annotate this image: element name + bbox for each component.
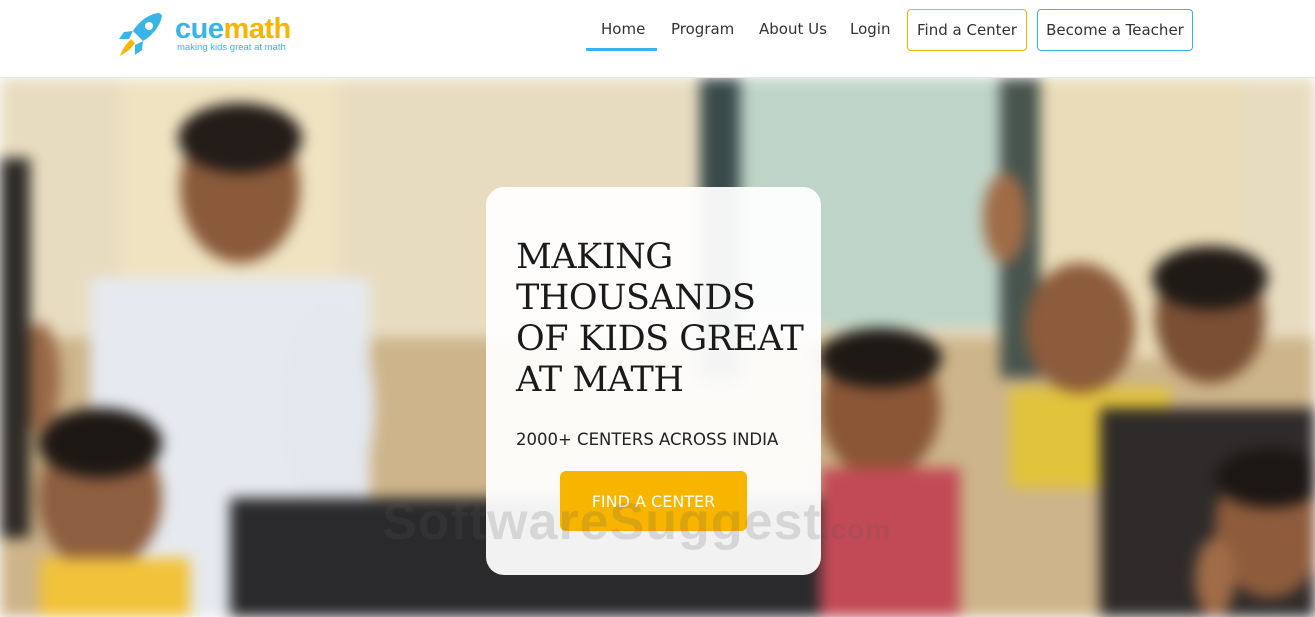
hero-headline-line: THOUSANDS xyxy=(516,278,756,318)
hero-card: MAKING THOUSANDS OF KIDS GREAT AT MATH 2… xyxy=(486,187,821,575)
nav-home[interactable]: Home xyxy=(601,20,645,38)
nav-active-indicator xyxy=(586,48,657,51)
hero-headline-line: AT MATH xyxy=(516,360,684,400)
hero-headline-line: OF KIDS GREAT xyxy=(516,319,804,359)
nav-login[interactable]: Login xyxy=(850,20,890,38)
site-header: cuemath making kids great at math Home P… xyxy=(0,0,1315,78)
find-a-center-cta-button[interactable]: FIND A CENTER xyxy=(560,471,747,531)
cuemath-logo[interactable]: cuemath making kids great at math xyxy=(115,9,295,61)
nav-about-us[interactable]: About Us xyxy=(759,20,827,38)
rocket-icon xyxy=(119,13,162,56)
nav-program[interactable]: Program xyxy=(671,20,734,38)
brand-name-math: math xyxy=(223,13,291,45)
become-a-teacher-button[interactable]: Become a Teacher xyxy=(1037,9,1193,51)
brand-tagline: making kids great at math xyxy=(177,42,286,53)
hero-headline-line: MAKING xyxy=(516,237,673,277)
hero-section: MAKING THOUSANDS OF KIDS GREAT AT MATH 2… xyxy=(0,78,1315,617)
brand-name-cue: cue xyxy=(175,13,224,45)
hero-subline: 2000+ CENTERS ACROSS INDIA xyxy=(516,430,779,449)
find-a-center-button[interactable]: Find a Center xyxy=(907,9,1027,51)
hero-headline: MAKING THOUSANDS OF KIDS GREAT AT MATH xyxy=(516,237,816,401)
